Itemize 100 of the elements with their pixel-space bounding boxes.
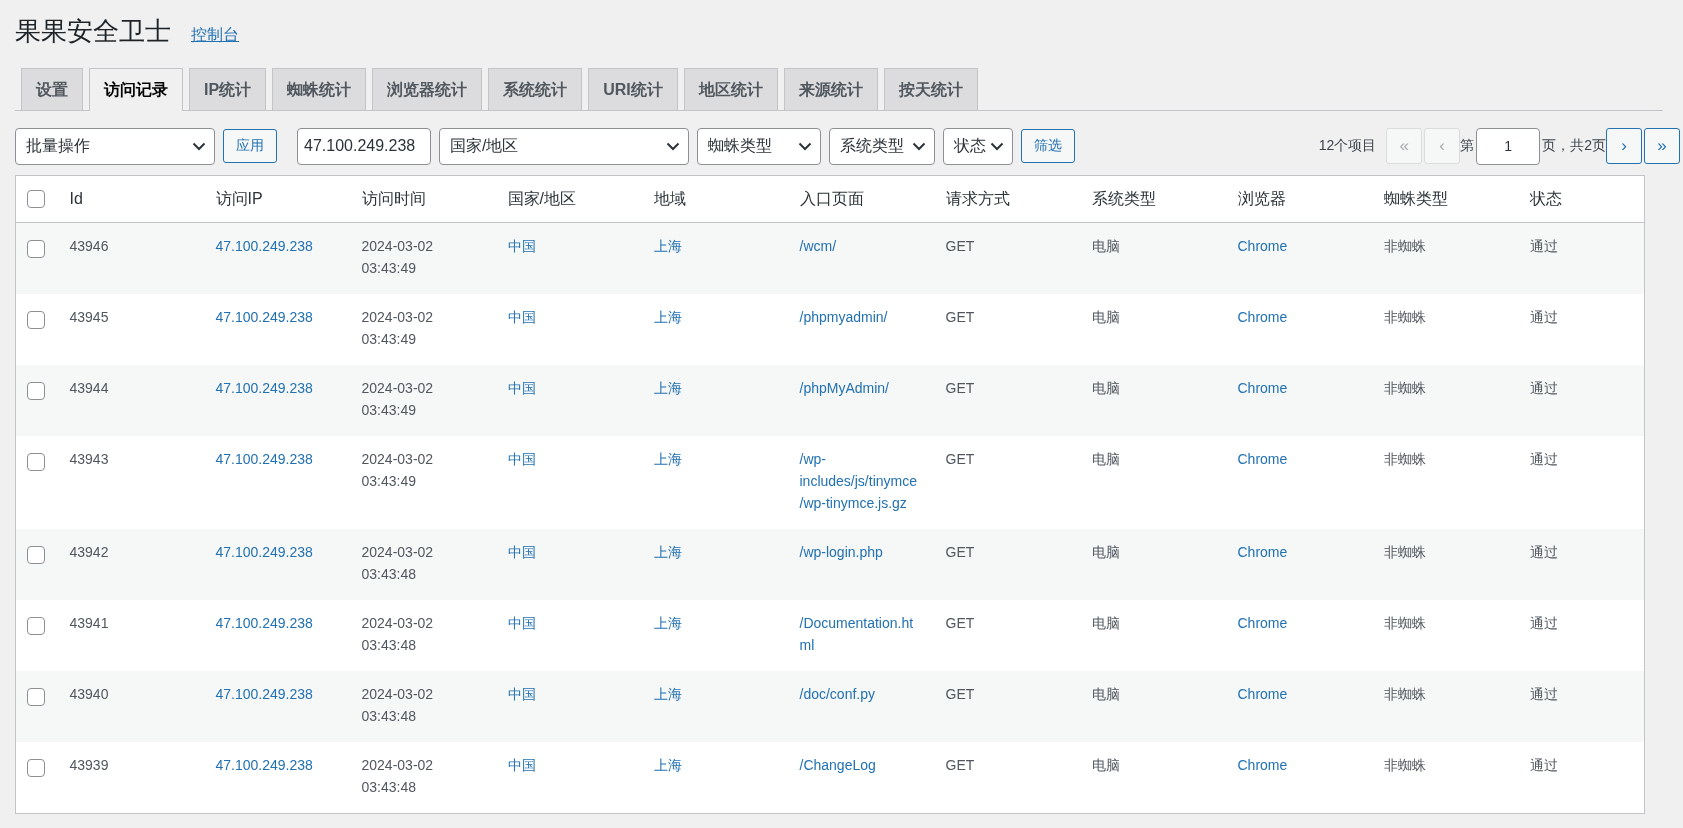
- column-header[interactable]: Id: [69, 190, 83, 207]
- tab[interactable]: 设置: [21, 68, 83, 110]
- table-cell-text: 非蜘蛛: [1383, 686, 1426, 702]
- table-cell-text: 2024-03-02 03:43:48: [361, 544, 434, 582]
- table-link[interactable]: 上海: [653, 448, 774, 470]
- table-cell-text: GET: [945, 544, 975, 560]
- table-cell-text: 2024-03-02 03:43:48: [361, 686, 434, 724]
- table-link[interactable]: Chrome: [1237, 448, 1358, 470]
- table-cell-text: 电脑: [1091, 451, 1120, 467]
- dashboard-link[interactable]: 控制台: [191, 25, 239, 46]
- table-link[interactable]: 47.100.249.238: [215, 448, 336, 470]
- last-page-button[interactable]: »: [1644, 128, 1680, 164]
- checkbox[interactable]: [27, 190, 45, 209]
- table-link[interactable]: 中国: [507, 448, 628, 470]
- tab[interactable]: 来源统计: [783, 68, 878, 110]
- filter-button[interactable]: 筛选: [1021, 129, 1075, 163]
- checkbox[interactable]: [27, 311, 45, 330]
- table-cell-text: 非蜘蛛: [1383, 238, 1426, 254]
- table-cell-text: 非蜘蛛: [1383, 451, 1426, 467]
- tab[interactable]: 浏览器统计: [372, 68, 483, 110]
- item-count: 12个项目: [1318, 137, 1377, 155]
- table-link[interactable]: /Documentation.html: [799, 612, 920, 656]
- table-cell-text: 43940: [69, 686, 109, 702]
- page-label: 第: [1460, 137, 1475, 155]
- table-cell-text: 电脑: [1091, 615, 1120, 631]
- country-dropdown[interactable]: 国家/地区: [439, 127, 689, 165]
- table-cell-text: 电脑: [1091, 380, 1120, 396]
- next-page-button[interactable]: ›: [1606, 128, 1642, 164]
- table-link[interactable]: 上海: [653, 612, 774, 634]
- table-link[interactable]: 中国: [507, 754, 628, 776]
- table-cell-text: 通过: [1529, 757, 1558, 773]
- tab[interactable]: 蜘蛛统计: [272, 68, 367, 110]
- table-cell-text: 2024-03-02 03:43:48: [361, 615, 434, 653]
- table-cell-text: GET: [945, 451, 975, 467]
- table-cell-text: 43945: [69, 309, 109, 325]
- table-link[interactable]: Chrome: [1237, 306, 1358, 328]
- table-link[interactable]: /phpmyadmin/: [799, 306, 920, 328]
- bulk-action-dropdown[interactable]: 批量操作: [15, 127, 215, 165]
- table-cell-text: 2024-03-02 03:43:49: [361, 451, 434, 489]
- table-cell-text: 2024-03-02 03:43:49: [361, 309, 434, 347]
- table-link[interactable]: 中国: [507, 306, 628, 328]
- table-cell-text: GET: [945, 686, 975, 702]
- column-header[interactable]: 系统类型: [1091, 189, 1156, 207]
- table-cell-text: 非蜘蛛: [1383, 380, 1426, 396]
- table-cell-text: 2024-03-02 03:43:48: [361, 757, 434, 795]
- column-header[interactable]: 地域: [653, 189, 686, 207]
- checkbox[interactable]: [27, 617, 45, 636]
- table-cell-text: GET: [945, 380, 975, 396]
- table-cell-text: 电脑: [1091, 544, 1120, 560]
- system-type-dropdown[interactable]: 系统类型: [829, 127, 935, 165]
- table-link[interactable]: 上海: [653, 754, 774, 776]
- table-link[interactable]: /wp-includes/js/tinymce/wp-tinymce.js.gz: [799, 448, 920, 514]
- table-link[interactable]: 47.100.249.238: [215, 754, 336, 776]
- table-cell-text: 电脑: [1091, 309, 1120, 325]
- checkbox[interactable]: [27, 382, 45, 401]
- table-cell-text: GET: [945, 615, 975, 631]
- caret-icon: [798, 141, 812, 151]
- table-link[interactable]: 47.100.249.238: [215, 612, 336, 634]
- table-cell-text: 43942: [69, 544, 109, 560]
- table-cell-text: 电脑: [1091, 238, 1120, 254]
- checkbox[interactable]: [27, 688, 45, 707]
- table-cell-text: 2024-03-02 03:43:49: [361, 238, 434, 276]
- column-header[interactable]: 浏览器: [1237, 189, 1286, 207]
- table-link[interactable]: 上海: [653, 306, 774, 328]
- table-cell-text: GET: [945, 309, 975, 325]
- column-header[interactable]: 访问IP: [215, 189, 263, 207]
- checkbox[interactable]: [27, 240, 45, 259]
- table-cell-text: 通过: [1529, 544, 1558, 560]
- checkbox[interactable]: [27, 759, 45, 778]
- ip-input-field[interactable]: 47.100.249.238: [297, 127, 431, 165]
- column-header[interactable]: 状态: [1529, 189, 1562, 207]
- tab[interactable]: 访问记录: [89, 68, 183, 111]
- table-link[interactable]: Chrome: [1237, 754, 1358, 776]
- column-header[interactable]: 国家/地区: [507, 189, 576, 207]
- table-cell-text: 43939: [69, 757, 109, 773]
- spider-type-dropdown[interactable]: 蜘蛛类型: [697, 127, 821, 165]
- status-dropdown[interactable]: 状态: [943, 127, 1013, 165]
- apply-button[interactable]: 应用: [223, 129, 277, 163]
- table-link[interactable]: /ChangeLog: [799, 754, 920, 776]
- table-cell-text: 非蜘蛛: [1383, 615, 1426, 631]
- caret-icon: [192, 141, 206, 151]
- table-cell-text: 43944: [69, 380, 109, 396]
- table-cell-text: 通过: [1529, 238, 1558, 254]
- tab[interactable]: URI统计: [588, 68, 678, 110]
- table-cell-text: 非蜘蛛: [1383, 309, 1426, 325]
- table-link[interactable]: Chrome: [1237, 612, 1358, 634]
- table-link[interactable]: 中国: [507, 612, 628, 634]
- column-header[interactable]: 入口页面: [799, 189, 864, 207]
- tab[interactable]: 地区统计: [683, 68, 778, 110]
- page-number-field[interactable]: 1: [1476, 127, 1541, 165]
- table-link[interactable]: 47.100.249.238: [215, 306, 336, 328]
- tab[interactable]: 系统统计: [488, 68, 583, 110]
- tab[interactable]: 按天统计: [883, 68, 978, 110]
- column-header[interactable]: 访问时间: [361, 189, 426, 207]
- checkbox[interactable]: [27, 546, 45, 565]
- column-header[interactable]: 蜘蛛类型: [1383, 189, 1448, 207]
- checkbox[interactable]: [27, 453, 45, 472]
- tab[interactable]: IP统计: [189, 68, 267, 110]
- column-header[interactable]: 请求方式: [945, 189, 1010, 207]
- table-cell-text: 非蜘蛛: [1383, 757, 1426, 773]
